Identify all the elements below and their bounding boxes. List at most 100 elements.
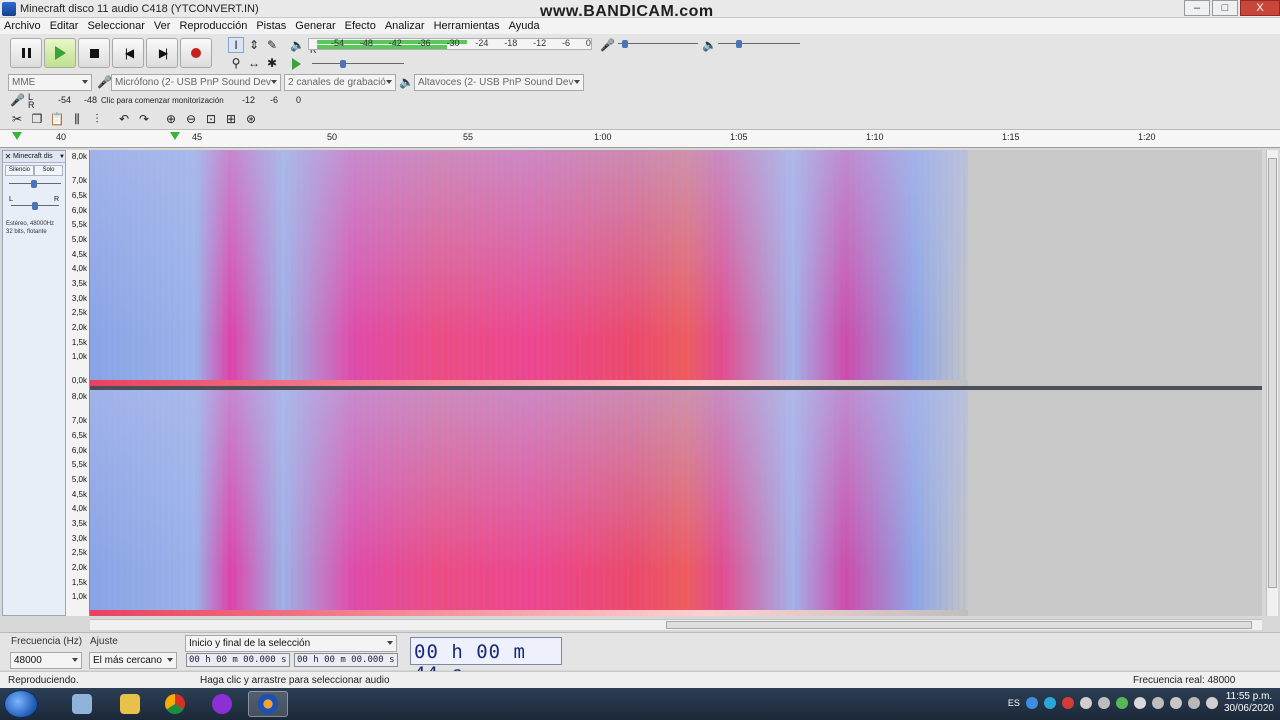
- horizontal-scrollbar[interactable]: [90, 619, 1262, 630]
- track-pan: L R: [3, 196, 65, 210]
- recording-channels-select[interactable]: 2 canales de grabació: [284, 74, 396, 91]
- tray-app-icon[interactable]: [1079, 697, 1092, 709]
- taskbar-clock[interactable]: 11:55 p.m. 30/06/2020: [1224, 691, 1274, 715]
- tray-app-icon[interactable]: [1043, 697, 1056, 709]
- mute-button[interactable]: Silencio: [5, 165, 34, 176]
- draw-tool-icon[interactable]: ✎: [264, 37, 280, 53]
- zoom-toggle-icon[interactable]: ⊛: [243, 111, 259, 127]
- taskbar-chrome[interactable]: [155, 691, 195, 717]
- tray-flag-icon[interactable]: [1151, 697, 1164, 709]
- copy-icon[interactable]: ❐: [29, 111, 45, 127]
- spectrogram-right-channel[interactable]: [90, 390, 1262, 616]
- spectrogram-left-channel[interactable]: [90, 150, 1262, 386]
- play-button[interactable]: [44, 38, 76, 68]
- menu-reproduccion[interactable]: Reproducción: [179, 20, 247, 32]
- track-gain-slider[interactable]: [9, 178, 61, 190]
- zoom-tool-icon[interactable]: ⚲: [228, 55, 244, 71]
- timeline-ruler[interactable]: 40 45 50 55 1:00 1:05 1:10 1:15 1:20: [0, 130, 1280, 148]
- monitor-hint[interactable]: Clic para comenzar monitorización: [101, 96, 224, 105]
- tray-volume-icon[interactable]: [1205, 697, 1218, 709]
- zoom-out-icon[interactable]: ⊖: [183, 111, 199, 127]
- vertical-scrollbar[interactable]: [1266, 150, 1278, 616]
- selection-mode-select[interactable]: Inicio y final de la selección: [185, 635, 397, 652]
- playhead-marker-icon[interactable]: [170, 132, 180, 140]
- taskbar-calculator[interactable]: [62, 691, 102, 717]
- selection-start-time[interactable]: 00 h 00 m 00.000 s: [186, 653, 290, 667]
- record-button[interactable]: [180, 38, 212, 68]
- zoom-in-icon[interactable]: ⊕: [163, 111, 179, 127]
- taskbar-explorer[interactable]: [110, 691, 150, 717]
- project-rate-select[interactable]: 48000: [10, 652, 82, 669]
- maximize-button[interactable]: □: [1212, 0, 1238, 16]
- fit-selection-icon[interactable]: ⊡: [203, 111, 219, 127]
- skip-start-button[interactable]: |◀: [112, 38, 144, 68]
- mic-volume-slider[interactable]: [618, 38, 698, 50]
- redo-icon[interactable]: ↷: [136, 111, 152, 127]
- speaker-meter-icon[interactable]: 🔈: [290, 38, 305, 52]
- tray-record-icon[interactable]: [1061, 697, 1074, 709]
- play-at-speed-icon[interactable]: [292, 58, 301, 70]
- menu-ver[interactable]: Ver: [154, 20, 171, 32]
- trim-icon[interactable]: ⫼: [69, 111, 85, 127]
- track-name-bar[interactable]: ✕ Minecraft dis ▼: [3, 151, 65, 163]
- playback-meter[interactable]: -54 -48 -42 -36 -30 -24 -18 -12 -6 0: [308, 38, 592, 50]
- language-indicator[interactable]: ES: [1008, 698, 1020, 708]
- menu-pistas[interactable]: Pistas: [256, 20, 286, 32]
- menu-efecto[interactable]: Efecto: [345, 20, 376, 32]
- freq-label: 5,0k: [71, 235, 87, 244]
- close-button[interactable]: X: [1240, 0, 1280, 16]
- track-menu-icon[interactable]: ▼: [59, 154, 65, 160]
- tray-network-icon[interactable]: [1025, 697, 1038, 709]
- freq-label: 0,0k: [71, 376, 87, 385]
- menu-herramientas[interactable]: Herramientas: [434, 20, 500, 32]
- paste-icon[interactable]: 📋: [49, 111, 65, 127]
- silence-icon[interactable]: ⫶: [89, 111, 105, 127]
- play-region-start-icon[interactable]: [12, 132, 22, 140]
- fit-project-icon[interactable]: ⊞: [223, 111, 239, 127]
- taskbar-audacity[interactable]: [248, 691, 288, 717]
- menu-archivo[interactable]: Archivo: [4, 20, 41, 32]
- selection-end-time[interactable]: 00 h 00 m 00.000 s: [294, 653, 398, 667]
- snap-select[interactable]: El más cercano: [89, 652, 177, 669]
- track-pan-slider[interactable]: [11, 200, 59, 212]
- tray-app-icon[interactable]: [1115, 697, 1128, 709]
- transport-toolbar: |◀ ▶|: [10, 38, 214, 68]
- freq-label: 7,0k: [71, 416, 87, 425]
- menu-seleccionar[interactable]: Seleccionar: [87, 20, 144, 32]
- start-button-icon[interactable]: [4, 690, 38, 718]
- multi-tool-icon[interactable]: ✱: [264, 55, 280, 71]
- taskbar-purple-app[interactable]: [202, 691, 242, 717]
- menu-analizar[interactable]: Analizar: [385, 20, 425, 32]
- audio-host-select[interactable]: MME: [8, 74, 92, 91]
- pause-button[interactable]: [10, 38, 42, 68]
- menu-ayuda[interactable]: Ayuda: [509, 20, 540, 32]
- timeshift-tool-icon[interactable]: ↔: [246, 55, 262, 71]
- track-name[interactable]: Minecraft dis: [13, 153, 53, 160]
- stop-button[interactable]: [78, 38, 110, 68]
- menu-editar[interactable]: Editar: [50, 20, 79, 32]
- playback-device-select[interactable]: Altavoces (2- USB PnP Sound Dev: [414, 74, 584, 91]
- menu-generar[interactable]: Generar: [295, 20, 335, 32]
- close-track-icon[interactable]: ✕: [3, 152, 13, 161]
- minimize-button[interactable]: –: [1184, 0, 1210, 16]
- track-control-panel: ✕ Minecraft dis ▼ Silencio Solo L R Esté…: [2, 150, 66, 616]
- tray-power-icon[interactable]: [1169, 697, 1182, 709]
- audio-position-display[interactable]: 00 h 00 m 44 s: [410, 637, 562, 685]
- frequency-axis[interactable]: 8,0k 7,0k 6,5k 6,0k 5,5k 5,0k 4,5k 4,0k …: [66, 150, 90, 616]
- recording-device-select[interactable]: Micrófono (2- USB PnP Sound Dev: [111, 74, 281, 91]
- speaker-volume-slider[interactable]: [718, 38, 800, 50]
- horizontal-scroll-thumb[interactable]: [666, 621, 1252, 629]
- tray-network-status-icon[interactable]: [1187, 697, 1200, 709]
- selection-tool-icon[interactable]: I: [228, 37, 244, 53]
- envelope-tool-icon[interactable]: ⇕: [246, 37, 262, 53]
- meter-tick: -6: [562, 38, 571, 48]
- skip-end-button[interactable]: ▶|: [146, 38, 178, 68]
- vertical-scroll-thumb[interactable]: [1268, 158, 1277, 588]
- play-speed-slider[interactable]: [312, 58, 404, 70]
- cut-icon[interactable]: ✂: [9, 111, 25, 127]
- undo-icon[interactable]: ↶: [116, 111, 132, 127]
- tray-app-icon[interactable]: [1133, 697, 1146, 709]
- tray-app-icon[interactable]: [1097, 697, 1110, 709]
- record-meter-icon[interactable]: 🎤: [10, 93, 25, 107]
- solo-button[interactable]: Solo: [34, 165, 63, 176]
